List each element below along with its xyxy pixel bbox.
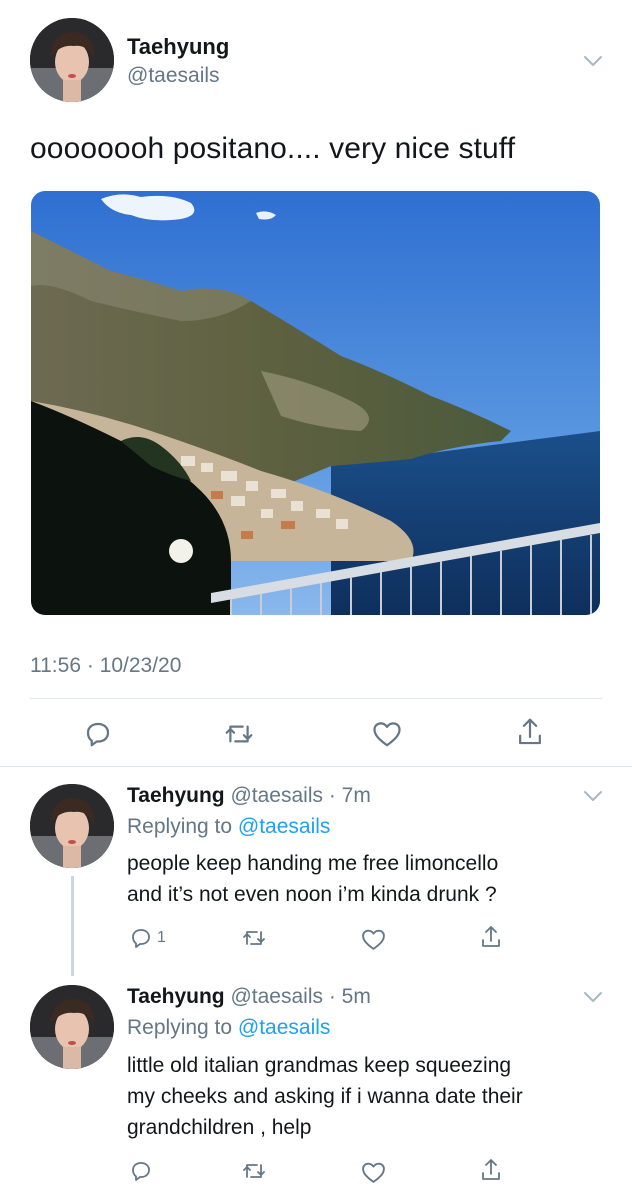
thread-line [71, 876, 74, 976]
reply-text: people keep handing me free limoncello a… [127, 848, 617, 910]
share-icon[interactable] [510, 712, 550, 752]
reply-text: little old italian grandmas keep squeezi… [127, 1050, 617, 1143]
reply-header[interactable]: Taehyung @taesails · 7m [127, 784, 371, 808]
author-display-name[interactable]: Taehyung [127, 34, 229, 60]
share-icon[interactable] [479, 1156, 503, 1184]
reply-icon [132, 929, 150, 948]
reply-text-line: my cheeks and asking if i wanna date the… [127, 1085, 523, 1108]
reply-avatar[interactable] [30, 784, 114, 868]
author-avatar[interactable] [30, 18, 114, 102]
replying-prefix: Replying to [127, 815, 233, 838]
tweet-timestamp[interactable]: 11:56 · 10/23/20 [30, 654, 181, 678]
reply-header[interactable]: Taehyung @taesails · 5m [127, 985, 371, 1009]
reply-text-line: people keep handing me free limoncello [127, 852, 499, 875]
chevron-down-icon[interactable] [583, 990, 603, 1004]
tweet-photo[interactable] [31, 191, 600, 615]
replying-to: Replying to @taesails [127, 1016, 330, 1040]
reply-handle-time[interactable]: @taesails · 7m [230, 784, 370, 807]
retweet-icon[interactable] [219, 714, 259, 754]
divider [0, 766, 632, 767]
reply-display-name[interactable]: Taehyung [127, 784, 225, 807]
replying-prefix: Replying to [127, 1016, 233, 1039]
reply-text-line: and it’s not even noon i’m kinda drunk ? [127, 883, 497, 906]
reply-icon[interactable] [129, 1157, 153, 1185]
reply-text-line: grandchildren , help [127, 1116, 312, 1139]
heart-icon[interactable] [361, 925, 386, 953]
tweet-text: oooooooh positano.... very nice stuff [30, 132, 516, 165]
reply-display-name[interactable]: Taehyung [127, 985, 225, 1008]
heart-icon[interactable] [367, 714, 407, 754]
reply-text-line: little old italian grandmas keep squeezi… [127, 1054, 512, 1077]
reply-button[interactable]: 1 [129, 924, 166, 952]
share-icon[interactable] [479, 923, 503, 951]
replying-to: Replying to @taesails [127, 815, 330, 839]
mention-link[interactable]: @taesails [238, 1016, 331, 1039]
heart-icon[interactable] [361, 1158, 386, 1186]
mention-link[interactable]: @taesails [238, 815, 331, 838]
reply-avatar[interactable] [30, 985, 114, 1069]
chevron-down-icon[interactable] [583, 789, 603, 803]
author-handle[interactable]: @taesails [127, 64, 220, 88]
reply-count: 1 [157, 929, 166, 946]
divider [30, 698, 602, 699]
reply-icon[interactable] [78, 714, 118, 754]
chevron-down-icon[interactable] [583, 54, 603, 68]
retweet-icon[interactable] [241, 1157, 267, 1185]
retweet-icon[interactable] [241, 924, 267, 952]
reply-handle-time[interactable]: @taesails · 5m [230, 985, 370, 1008]
